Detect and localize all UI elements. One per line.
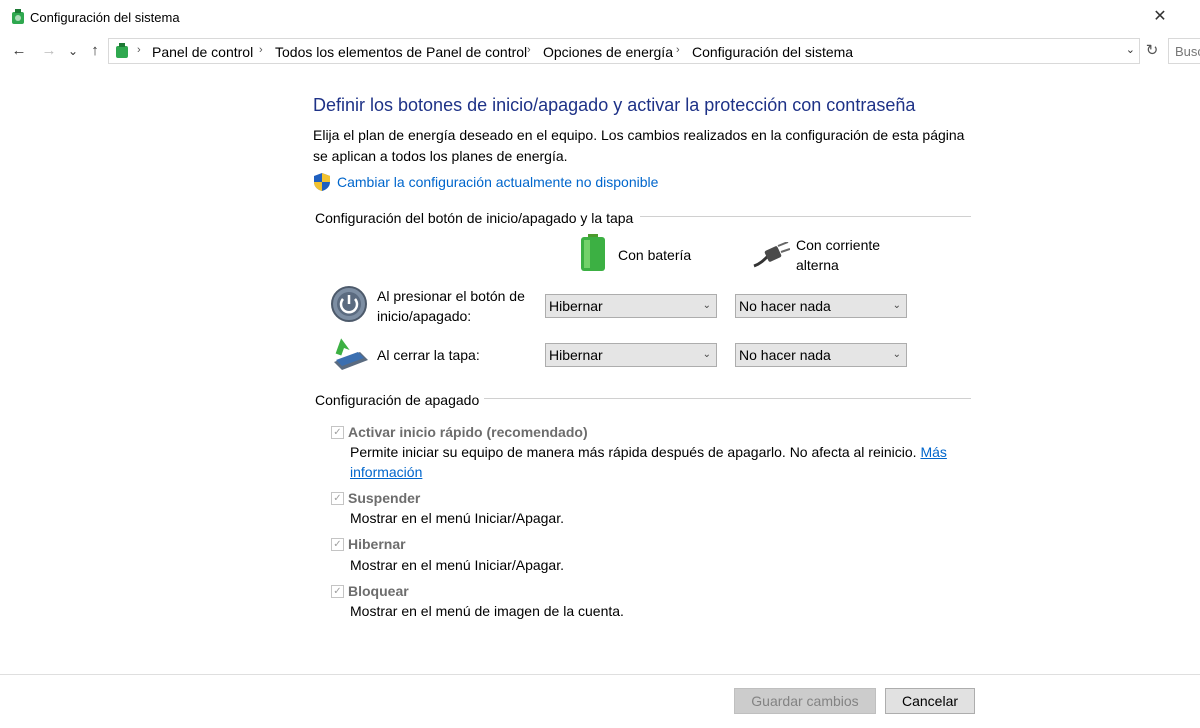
lock-description: Mostrar en el menú de imagen de la cuent…	[350, 603, 624, 619]
hibernate-label: Hibernar	[348, 536, 406, 552]
power-buttons-section-title: Configuración del botón de inicio/apagad…	[315, 210, 634, 226]
control-panel-icon	[116, 43, 128, 58]
uac-shield-icon	[314, 173, 330, 191]
battery-column-label: Con batería	[618, 247, 692, 263]
footer-bar: Guardar cambios Cancelar	[0, 674, 1200, 728]
breadcrumb-system-settings[interactable]: Configuración del sistema	[692, 44, 853, 60]
breadcrumb-separator-icon: ›	[137, 44, 141, 56]
save-button[interactable]: Guardar cambios	[734, 688, 876, 714]
uac-link-label[interactable]: Cambiar la configuración actualmente no …	[337, 174, 658, 190]
navigation-bar: ← → ⌄ ↑ › Panel de control › Todos los e…	[0, 37, 1200, 67]
lid-close-ac-select[interactable]: No hacer nada ⌄	[735, 343, 907, 367]
page-title: Definir los botones de inicio/apagado y …	[313, 95, 916, 115]
power-button-ac-select[interactable]: No hacer nada ⌄	[735, 294, 907, 318]
hibernate-description: Mostrar en el menú Iniciar/Apagar.	[350, 557, 564, 573]
sleep-description: Mostrar en el menú Iniciar/Apagar.	[350, 510, 564, 526]
lock-label: Bloquear	[348, 583, 409, 599]
select-value: No hacer nada	[739, 298, 831, 314]
section-divider	[484, 398, 971, 399]
fast-startup-description: Permite iniciar su equipo de manera más …	[350, 442, 950, 482]
fast-startup-label: Activar inicio rápido (recomendado)	[348, 424, 588, 440]
ac-plug-icon	[753, 242, 790, 268]
cancel-button[interactable]: Cancelar	[885, 688, 975, 714]
breadcrumb-all-items[interactable]: Todos los elementos de Panel de control	[275, 44, 527, 60]
chevron-down-icon: ⌄	[892, 300, 901, 311]
breadcrumb-separator-icon: ›	[676, 44, 680, 56]
breadcrumb-power-options[interactable]: Opciones de energía	[543, 44, 673, 60]
breadcrumb-separator-icon: ›	[259, 44, 263, 56]
section-divider	[640, 216, 971, 217]
select-value: No hacer nada	[739, 347, 831, 363]
shutdown-section-title: Configuración de apagado	[315, 392, 480, 408]
address-bar[interactable]: › Panel de control › Todos los elementos…	[108, 38, 1140, 64]
laptop-lid-icon	[334, 338, 368, 370]
chevron-down-icon: ⌄	[702, 300, 711, 311]
breadcrumb-separator-icon: ›	[527, 44, 531, 56]
power-options-icon	[12, 9, 24, 24]
fast-startup-checkbox[interactable]: ✓	[331, 426, 344, 439]
sleep-checkbox[interactable]: ✓	[331, 492, 344, 505]
chevron-down-icon[interactable]: ⌄	[1126, 43, 1135, 56]
ac-column-label: Con corriente alterna	[796, 237, 881, 273]
power-button-battery-select[interactable]: Hibernar ⌄	[545, 294, 717, 318]
fast-startup-desc-text: Permite iniciar su equipo de manera más …	[350, 444, 917, 460]
select-value: Hibernar	[549, 347, 603, 363]
recent-locations-icon[interactable]: ⌄	[64, 42, 82, 60]
main-content: Definir los botones de inicio/apagado y …	[0, 68, 1200, 674]
chevron-down-icon: ⌄	[702, 349, 711, 360]
back-icon[interactable]: ←	[10, 42, 28, 60]
lid-close-battery-select[interactable]: Hibernar ⌄	[545, 343, 717, 367]
chevron-down-icon: ⌄	[892, 349, 901, 360]
refresh-icon[interactable]: ↻	[1142, 41, 1162, 61]
breadcrumb-control-panel[interactable]: Panel de control	[152, 44, 253, 60]
power-button-icon	[331, 286, 367, 322]
lid-close-row-label: Al cerrar la tapa:	[377, 347, 480, 363]
hibernate-checkbox[interactable]: ✓	[331, 538, 344, 551]
search-input[interactable]: Buscar	[1168, 38, 1200, 64]
page-description: Elija el plan de energía deseado en el e…	[313, 127, 965, 164]
battery-icon	[581, 234, 605, 271]
power-button-row-label: Al presionar el botón de inicio/apagado:	[377, 288, 525, 324]
window-title: Configuración del sistema	[30, 10, 180, 25]
sleep-label: Suspender	[348, 490, 421, 506]
up-icon[interactable]: ↑	[86, 42, 104, 60]
lock-checkbox[interactable]: ✓	[331, 585, 344, 598]
select-value: Hibernar	[549, 298, 603, 314]
title-bar: Configuración del sistema ✕	[0, 0, 1200, 36]
close-icon[interactable]: ✕	[1148, 6, 1172, 28]
forward-icon[interactable]: →	[40, 42, 58, 60]
